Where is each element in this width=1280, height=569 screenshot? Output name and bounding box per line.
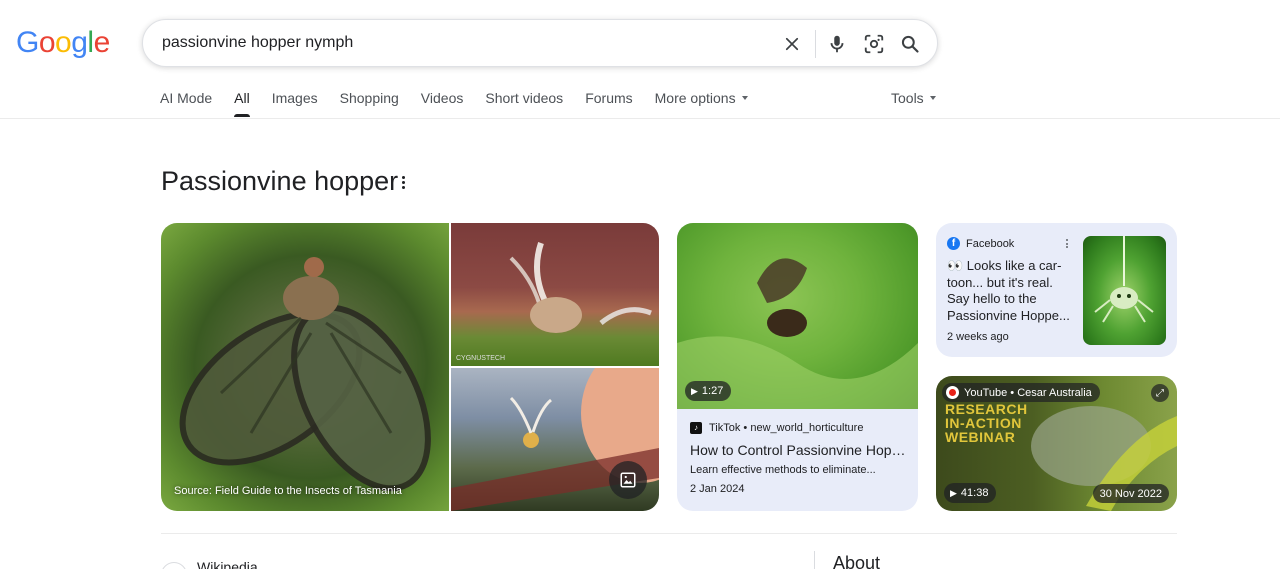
more-vert-icon[interactable] [396, 174, 410, 192]
video-source: YouTube • Cesar Australia [964, 386, 1092, 399]
facebook-icon: f [947, 237, 960, 250]
logo-letter: o [55, 26, 72, 59]
caret-down-icon [929, 96, 936, 101]
source-name[interactable]: Wikipedia [197, 559, 258, 569]
section-divider [161, 533, 1177, 534]
tab-forums[interactable]: Forums [585, 90, 632, 118]
tiktok-thumbnail: ▶ 1:27 [677, 223, 918, 409]
more-vert-icon[interactable] [1064, 238, 1070, 250]
video-title[interactable]: How to Control Passionvine Hoppe... [690, 442, 908, 458]
google-logo[interactable]: Google [16, 26, 110, 60]
post-text-line: Say hello to the [947, 291, 1037, 306]
logo-letter: o [38, 26, 56, 59]
expand-icon[interactable]: ⤢ [1151, 384, 1169, 402]
tab-shopping[interactable]: Shopping [340, 90, 399, 118]
more-options-label: More options [654, 90, 736, 106]
video-source-badge: YouTube • Cesar Australia [942, 383, 1100, 402]
tab-videos[interactable]: Videos [421, 90, 464, 118]
search-icon[interactable] [898, 32, 922, 56]
post-text-line: Passionvine Hoppe... [947, 307, 1070, 323]
search-tabs: AI Mode All Images Shopping Videos Short… [160, 90, 770, 118]
post-text-line: toon... but it's real. [947, 274, 1053, 290]
post-text-line: 👀 Looks like a car- [947, 258, 1062, 273]
header-divider [0, 118, 1280, 119]
tiktok-icon: ♪ [690, 422, 702, 434]
video-date: 30 Nov 2022 [1092, 484, 1169, 503]
image-gallery-icon[interactable] [609, 461, 647, 499]
nymph-image-1[interactable]: CYGNUSTECH [451, 223, 659, 366]
image-watermark: CYGNUSTECH [456, 355, 506, 362]
play-icon: ▶ [950, 487, 957, 498]
youtube-icon [946, 386, 959, 399]
video-banner-text: RESEARCH IN-ACTION WEBINAR [945, 402, 1028, 444]
banner-line: RESEARCH [945, 401, 1028, 417]
tab-images[interactable]: Images [272, 90, 318, 118]
logo-letter: g [71, 26, 88, 59]
video-duration-badge: ▶ 41:38 [944, 483, 997, 503]
post-time: 2 weeks ago [947, 331, 1009, 343]
tab-more-options[interactable]: More options [655, 90, 748, 118]
post-thumbnail [1083, 236, 1166, 345]
play-icon: ▶ [691, 385, 698, 396]
search-box[interactable]: passionvine hopper nymph [142, 19, 938, 67]
youtube-video-card[interactable]: RESEARCH IN-ACTION WEBINAR YouTube • Ces… [936, 376, 1177, 511]
banner-line: WEBINAR [945, 429, 1016, 445]
mic-icon[interactable] [825, 32, 849, 56]
wikipedia-icon [161, 562, 187, 569]
tiktok-video-card[interactable]: ▶ 1:27 ♪ TikTok • new_world_horticulture H… [677, 223, 918, 511]
caret-down-icon [741, 96, 748, 101]
search-input[interactable]: passionvine hopper nymph [162, 34, 353, 52]
tab-ai-mode[interactable]: AI Mode [160, 90, 212, 118]
logo-letter: G [16, 26, 39, 59]
video-description: Learn effective methods to eliminate... [690, 464, 876, 476]
about-heading: About [833, 553, 881, 569]
post-source: Facebook [966, 237, 1015, 250]
video-date: 2 Jan 2024 [690, 483, 745, 495]
banner-line: IN-ACTION [945, 415, 1022, 431]
tools-label: Tools [891, 90, 924, 106]
facebook-post-card[interactable]: f Facebook 👀 Looks like a car- toon... bu… [936, 223, 1177, 357]
image-mosaic: Source: Field Guide to the Insects of Ta… [161, 223, 659, 511]
search-divider [815, 30, 816, 58]
video-source: TikTok • new_world_horticulture [709, 422, 864, 434]
duration-text: 41:38 [960, 487, 989, 499]
column-divider [814, 551, 815, 569]
lens-icon[interactable] [862, 32, 886, 56]
video-duration-badge: ▶ 1:27 [685, 381, 732, 401]
tools-button[interactable]: Tools [891, 90, 936, 106]
post-text: 👀 Looks like a car- toon... but it's rea… [947, 258, 1079, 324]
tab-all[interactable]: All [234, 90, 250, 118]
main-insect-image[interactable]: Source: Field Guide to the Insects of Ta… [161, 223, 449, 511]
knowledge-panel-title: Passionvine hopper [161, 166, 399, 196]
logo-letter: e [93, 26, 111, 59]
nymph-image-2[interactable] [451, 368, 659, 511]
tab-short-videos[interactable]: Short videos [485, 90, 563, 118]
close-icon[interactable] [780, 32, 804, 56]
duration-text: 1:27 [701, 385, 724, 397]
image-source-caption: Source: Field Guide to the Insects of Ta… [174, 485, 402, 497]
